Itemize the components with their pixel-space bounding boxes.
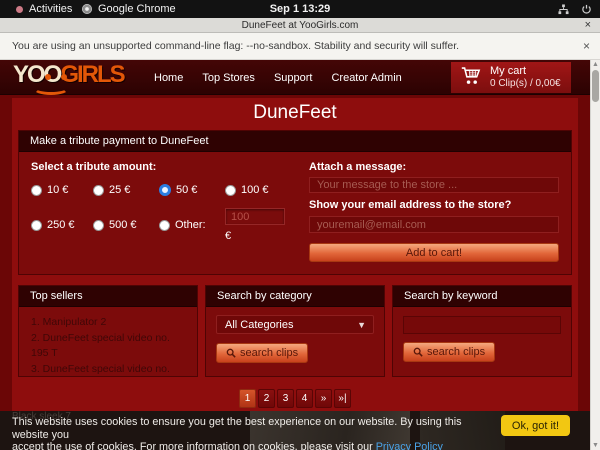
amount-option-10[interactable]: 10 € bbox=[31, 184, 93, 196]
radio-icon[interactable] bbox=[159, 220, 170, 231]
logo-o-dot bbox=[61, 74, 67, 80]
cart-button[interactable]: My cart 0 Clip(s) / 0,00€ bbox=[451, 62, 571, 93]
page-button-2[interactable]: 2 bbox=[258, 389, 275, 408]
tribute-panel-header: Make a tribute payment to DuneFeet bbox=[19, 131, 571, 152]
cookie-accept-button[interactable]: Ok, got it! bbox=[501, 415, 570, 436]
amount-option-500[interactable]: 500 € bbox=[93, 208, 159, 242]
cart-icon bbox=[460, 65, 482, 91]
amount-option-100[interactable]: 100 € bbox=[225, 184, 295, 196]
site-logo[interactable]: YOOGIRLS bbox=[13, 62, 124, 88]
search-category-header: Search by category bbox=[206, 286, 384, 307]
scrollbar-thumb[interactable] bbox=[592, 70, 599, 102]
window-title: DuneFeet at YooGirls.com bbox=[242, 20, 359, 31]
clock[interactable]: Sep 1 13:29 bbox=[0, 0, 600, 18]
page-container: DuneFeet Make a tribute payment to DuneF… bbox=[12, 98, 578, 450]
keyword-input[interactable] bbox=[403, 316, 561, 334]
main-nav: Home Top Stores Support Creator Admin bbox=[154, 60, 402, 95]
page-title: DuneFeet bbox=[12, 98, 578, 124]
cart-title: My cart bbox=[490, 65, 561, 78]
message-input[interactable] bbox=[309, 177, 559, 193]
warning-bar: You are using an unsupported command-lin… bbox=[0, 33, 600, 60]
search-clips-label: search clips bbox=[240, 347, 298, 359]
message-label: Attach a message: bbox=[309, 161, 559, 173]
top-sellers-list: 1. Manipulator 22. DuneFeet special vide… bbox=[19, 307, 197, 377]
nav-item-home[interactable]: Home bbox=[154, 72, 183, 84]
search-icon bbox=[226, 348, 236, 358]
category-select[interactable]: All Categories ▼ bbox=[216, 315, 374, 334]
cookie-line2: accept the use of cookies. For more info… bbox=[12, 441, 376, 450]
amount-select-label: Select a tribute amount: bbox=[31, 161, 299, 173]
category-select-value: All Categories bbox=[225, 319, 293, 331]
search-clips-keyword-button[interactable]: search clips bbox=[403, 342, 495, 362]
email-label: Show your email address to the store? bbox=[309, 199, 559, 211]
nav-item-top-stores[interactable]: Top Stores bbox=[202, 72, 255, 84]
cookie-text: This website uses cookies to ensure you … bbox=[12, 416, 498, 450]
search-clips-category-button[interactable]: search clips bbox=[216, 343, 308, 363]
radio-checked-icon[interactable] bbox=[159, 184, 171, 196]
scroll-up-icon[interactable]: ▲ bbox=[591, 61, 600, 68]
tribute-panel: Make a tribute payment to DuneFeet Selec… bbox=[18, 130, 572, 275]
logo-part-girls: GIRLS bbox=[60, 61, 123, 88]
page-button-next[interactable]: » bbox=[315, 389, 332, 408]
scroll-down-icon[interactable]: ▼ bbox=[591, 442, 600, 449]
amount-label: 500 € bbox=[109, 219, 137, 231]
seller-item[interactable]: 2. DuneFeet special video no. 195 T bbox=[31, 331, 189, 362]
amount-option-250[interactable]: 250 € bbox=[31, 208, 93, 242]
top-sellers-panel: Top sellers 1. Manipulator 22. DuneFeet … bbox=[18, 285, 198, 377]
page-button-3[interactable]: 3 bbox=[277, 389, 294, 408]
other-amount-input[interactable] bbox=[225, 208, 285, 225]
amount-label: 100 € bbox=[241, 184, 269, 196]
search-keyword-panel: Search by keyword search clips bbox=[392, 285, 572, 377]
search-keyword-header: Search by keyword bbox=[393, 286, 571, 307]
cart-summary: 0 Clip(s) / 0,00€ bbox=[490, 78, 561, 90]
amount-label: 50 € bbox=[176, 184, 197, 196]
seller-item[interactable]: 3. DuneFeet special video no. 280 F bbox=[31, 362, 189, 378]
amount-label: 10 € bbox=[47, 184, 68, 196]
site-header: YOOGIRLS Home Top Stores Support Creator Ad… bbox=[0, 60, 600, 95]
amount-label: Other: bbox=[175, 219, 206, 231]
currency-symbol: € bbox=[225, 230, 295, 242]
scrollbar[interactable]: ▲ ▼ bbox=[590, 60, 600, 450]
top-sellers-header: Top sellers bbox=[19, 286, 197, 307]
search-clips-label: search clips bbox=[427, 346, 485, 358]
logo-o-dot bbox=[45, 74, 51, 80]
window-close-icon[interactable]: × bbox=[585, 19, 591, 31]
radio-icon[interactable] bbox=[225, 185, 236, 196]
search-category-panel: Search by category All Categories ▼ sear… bbox=[205, 285, 385, 377]
chevron-down-icon: ▼ bbox=[357, 320, 366, 330]
radio-icon[interactable] bbox=[93, 220, 104, 231]
amount-label: 250 € bbox=[47, 219, 75, 231]
radio-icon[interactable] bbox=[31, 220, 42, 231]
cookie-banner: Black sleek 7 This website uses cookies … bbox=[0, 411, 590, 450]
network-tree-icon[interactable] bbox=[558, 4, 569, 15]
search-icon bbox=[413, 347, 423, 357]
window-title-bar: DuneFeet at YooGirls.com × bbox=[0, 18, 600, 33]
nav-item-support[interactable]: Support bbox=[274, 72, 313, 84]
amount-option-other[interactable]: Other: bbox=[159, 208, 225, 242]
email-input[interactable] bbox=[309, 216, 559, 233]
logo-smile-icon bbox=[33, 82, 69, 95]
amount-label: 25 € bbox=[109, 184, 130, 196]
page-button-last[interactable]: »| bbox=[334, 389, 351, 408]
amount-option-50[interactable]: 50 € bbox=[159, 184, 225, 196]
warning-close-icon[interactable]: × bbox=[583, 39, 590, 53]
power-icon[interactable] bbox=[581, 4, 592, 15]
seller-item[interactable]: 1. Manipulator 2 bbox=[31, 315, 189, 331]
other-amount-cell: € bbox=[225, 208, 295, 242]
amount-option-25[interactable]: 25 € bbox=[93, 184, 159, 196]
radio-icon[interactable] bbox=[93, 185, 104, 196]
pagination: 1234»»| bbox=[12, 389, 578, 408]
privacy-policy-link[interactable]: Privacy Policy bbox=[376, 441, 443, 450]
amount-options: 10 € 25 € 50 € 100 € 250 € 500 € Other: € bbox=[31, 184, 299, 242]
page-button-1[interactable]: 1 bbox=[239, 389, 256, 408]
warning-text: You are using an unsupported command-lin… bbox=[12, 40, 459, 52]
nav-item-creator-admin[interactable]: Creator Admin bbox=[331, 72, 401, 84]
radio-icon[interactable] bbox=[31, 185, 42, 196]
add-to-cart-button[interactable]: Add to cart! bbox=[309, 243, 559, 262]
page-button-4[interactable]: 4 bbox=[296, 389, 313, 408]
cookie-line1: This website uses cookies to ensure you … bbox=[12, 416, 462, 441]
screen: Activities Google Chrome Sep 1 13:29 Dun… bbox=[0, 0, 600, 450]
system-bar: Activities Google Chrome Sep 1 13:29 bbox=[0, 0, 600, 18]
